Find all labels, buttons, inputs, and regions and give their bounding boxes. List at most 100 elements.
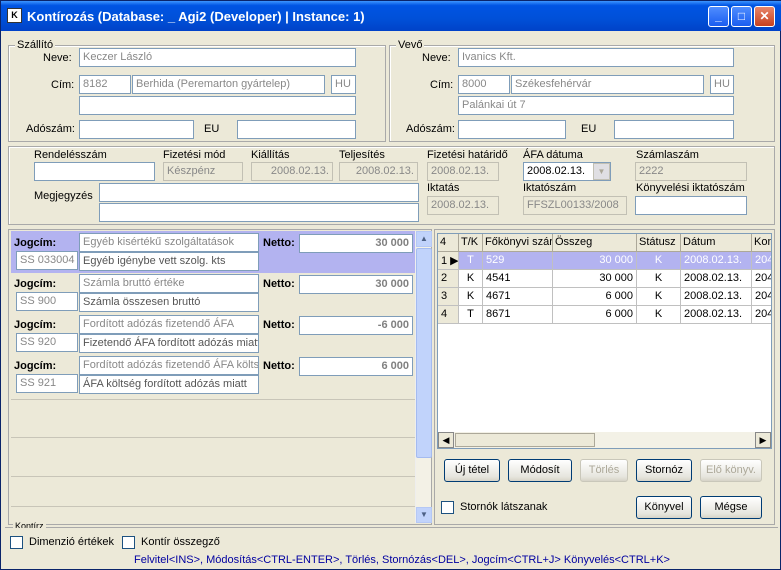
cell-amount[interactable]: 6 000 <box>553 288 637 306</box>
cell-account[interactable]: 4671 <box>483 288 553 306</box>
jogcim-label: Jogcím: <box>14 360 57 372</box>
payment-method-label: Fizetési mód <box>163 149 226 161</box>
order-number-field[interactable] <box>34 162 155 181</box>
cell-amount[interactable]: 6 000 <box>553 306 637 324</box>
jogcim-account-field[interactable]: Számla összesen bruttó <box>79 293 259 312</box>
posting-scrollbar[interactable]: ▲ ▼ <box>415 231 432 523</box>
grid-header-amount[interactable]: Összeg <box>553 234 637 252</box>
buyer-country-field[interactable]: HU <box>710 75 734 94</box>
cell-date[interactable]: 2008.02.13. <box>681 288 752 306</box>
cell-status[interactable]: K <box>637 306 681 324</box>
netto-amount-field[interactable]: -6 000 <box>299 316 413 335</box>
cell-account[interactable]: 4541 <box>483 270 553 288</box>
ledger-grid[interactable]: 4 T/K Főkönyvi szár Összeg Státusz Dátum… <box>437 233 772 449</box>
jogcim-description-field[interactable]: Számla bruttó értéke <box>79 274 259 293</box>
netto-amount-field[interactable]: 30 000 <box>299 275 413 294</box>
cell-status[interactable]: K <box>637 288 681 306</box>
jogcim-code-field[interactable]: SS 033004 <box>16 251 78 270</box>
cell-status[interactable]: K <box>637 270 681 288</box>
netto-amount-field[interactable]: 6 000 <box>299 357 413 376</box>
title-bar[interactable]: K Kontírozás (Database: _ Agi2 (Develope… <box>1 1 781 31</box>
scroll-left-icon[interactable]: ◀ <box>438 432 454 448</box>
preliminary-post-button[interactable]: Elő könyv. <box>700 459 762 482</box>
supplier-tax-field[interactable] <box>79 120 194 139</box>
cancel-button[interactable]: Mégse <box>700 496 762 519</box>
buyer-street-field[interactable]: Palánkai út 7 <box>458 96 734 115</box>
cell-date[interactable]: 2008.02.13. <box>681 306 752 324</box>
cell-tk[interactable]: T <box>459 306 483 324</box>
close-button[interactable]: ✕ <box>754 6 775 27</box>
grid-header-date[interactable]: Dátum <box>681 234 752 252</box>
vat-date-dropdown-icon[interactable]: ▼ <box>593 163 610 180</box>
posting-item[interactable]: Jogcím: SS 900 Számla bruttó értéke Szám… <box>11 274 416 314</box>
jogcim-description-field[interactable]: Fordított adózás fizetendő ÁFA költs <box>79 356 259 375</box>
cell-date[interactable]: 2008.02.13. <box>681 252 752 270</box>
maximize-button[interactable]: □ <box>731 6 752 27</box>
scroll-thumb[interactable] <box>455 433 595 447</box>
delete-button[interactable]: Törlés <box>580 459 628 482</box>
cell-amount[interactable]: 30 000 <box>553 270 637 288</box>
buyer-eu-field[interactable] <box>614 120 734 139</box>
grid-header-tk[interactable]: T/K <box>459 234 483 252</box>
buyer-tax-field[interactable] <box>458 120 566 139</box>
cell-kon[interactable]: 204 <box>752 270 771 288</box>
note-field-2[interactable] <box>99 203 419 222</box>
cell-kon[interactable]: 204 <box>752 288 771 306</box>
grid-header-kon[interactable]: Kon <box>752 234 771 252</box>
cell-kon[interactable]: 204 <box>752 306 771 324</box>
bottom-tab-label: Kontírz <box>13 522 46 528</box>
due-date-label: Fizetési határidő <box>427 149 508 161</box>
supplier-street-field[interactable] <box>79 96 356 115</box>
divider <box>11 476 416 477</box>
cell-status[interactable]: K <box>637 252 681 270</box>
jogcim-code-field[interactable]: SS 920 <box>16 333 78 352</box>
supplier-zip-field[interactable]: 8182 <box>79 75 131 94</box>
jogcim-code-field[interactable]: SS 921 <box>16 374 78 393</box>
grid-horizontal-scrollbar[interactable]: ◀ ▶ <box>438 432 771 448</box>
posting-item[interactable]: Jogcím: SS 033004 Egyéb kisértékű szolgá… <box>11 233 416 273</box>
jogcim-account-field[interactable]: Fizetendő ÁFA fordított adózás miatt <box>79 334 259 353</box>
new-item-button[interactable]: Új tétel <box>444 459 500 482</box>
cell-account[interactable]: 529 <box>483 252 553 270</box>
jogcim-account-field[interactable]: Egyéb igénybe vett szolg. kts <box>79 252 259 271</box>
accounting-filing-field[interactable] <box>635 196 747 215</box>
cell-tk[interactable]: K <box>459 270 483 288</box>
supplier-city-field[interactable]: Berhida (Peremarton gyártelep) <box>132 75 325 94</box>
jogcim-account-field[interactable]: ÁFA költség fordított adózás miatt <box>79 375 259 394</box>
posting-summary-checkbox[interactable] <box>122 536 135 549</box>
app-icon[interactable]: K <box>7 8 22 23</box>
netto-amount-field[interactable]: 30 000 <box>299 234 413 253</box>
posting-item[interactable]: Jogcím: SS 921 Fordított adózás fizetend… <box>11 356 416 396</box>
divider <box>11 506 416 507</box>
cell-account[interactable]: 8671 <box>483 306 553 324</box>
modify-button[interactable]: Módosít <box>508 459 572 482</box>
supplier-country-field[interactable]: HU <box>331 75 356 94</box>
cell-date[interactable]: 2008.02.13. <box>681 270 752 288</box>
scroll-up-icon[interactable]: ▲ <box>416 231 432 247</box>
jogcim-description-field[interactable]: Egyéb kisértékű szolgáltatások <box>79 233 259 252</box>
scroll-down-icon[interactable]: ▼ <box>416 507 432 523</box>
post-button[interactable]: Könyvel <box>636 496 692 519</box>
dimension-values-checkbox[interactable] <box>10 536 23 549</box>
grid-header-account[interactable]: Főkönyvi szár <box>483 234 553 252</box>
supplier-name-field[interactable]: Keczer László <box>79 48 356 67</box>
cell-kon[interactable]: 204 <box>752 252 771 270</box>
minimize-button[interactable]: _ <box>708 6 729 27</box>
cell-amount[interactable]: 30 000 <box>553 252 637 270</box>
jogcim-description-field[interactable]: Fordított adózás fizetendő ÁFA <box>79 315 259 334</box>
cancel-label: Mégse <box>714 501 748 513</box>
supplier-eu-field[interactable] <box>237 120 356 139</box>
cell-tk[interactable]: T <box>459 252 483 270</box>
buyer-city-field[interactable]: Székesfehérvár <box>511 75 704 94</box>
reverse-button[interactable]: Stornóz <box>636 459 692 482</box>
grid-header-status[interactable]: Státusz <box>637 234 681 252</box>
cell-tk[interactable]: K <box>459 288 483 306</box>
scroll-thumb[interactable] <box>416 248 432 458</box>
posting-item[interactable]: Jogcím: SS 920 Fordított adózás fizetend… <box>11 315 416 355</box>
show-reversed-checkbox[interactable] <box>441 501 454 514</box>
scroll-right-icon[interactable]: ▶ <box>755 432 771 448</box>
jogcim-code-field[interactable]: SS 900 <box>16 292 78 311</box>
buyer-name-field[interactable]: Ivanics Kft. <box>458 48 734 67</box>
buyer-zip-field[interactable]: 8000 <box>458 75 510 94</box>
note-field-1[interactable] <box>99 183 419 202</box>
